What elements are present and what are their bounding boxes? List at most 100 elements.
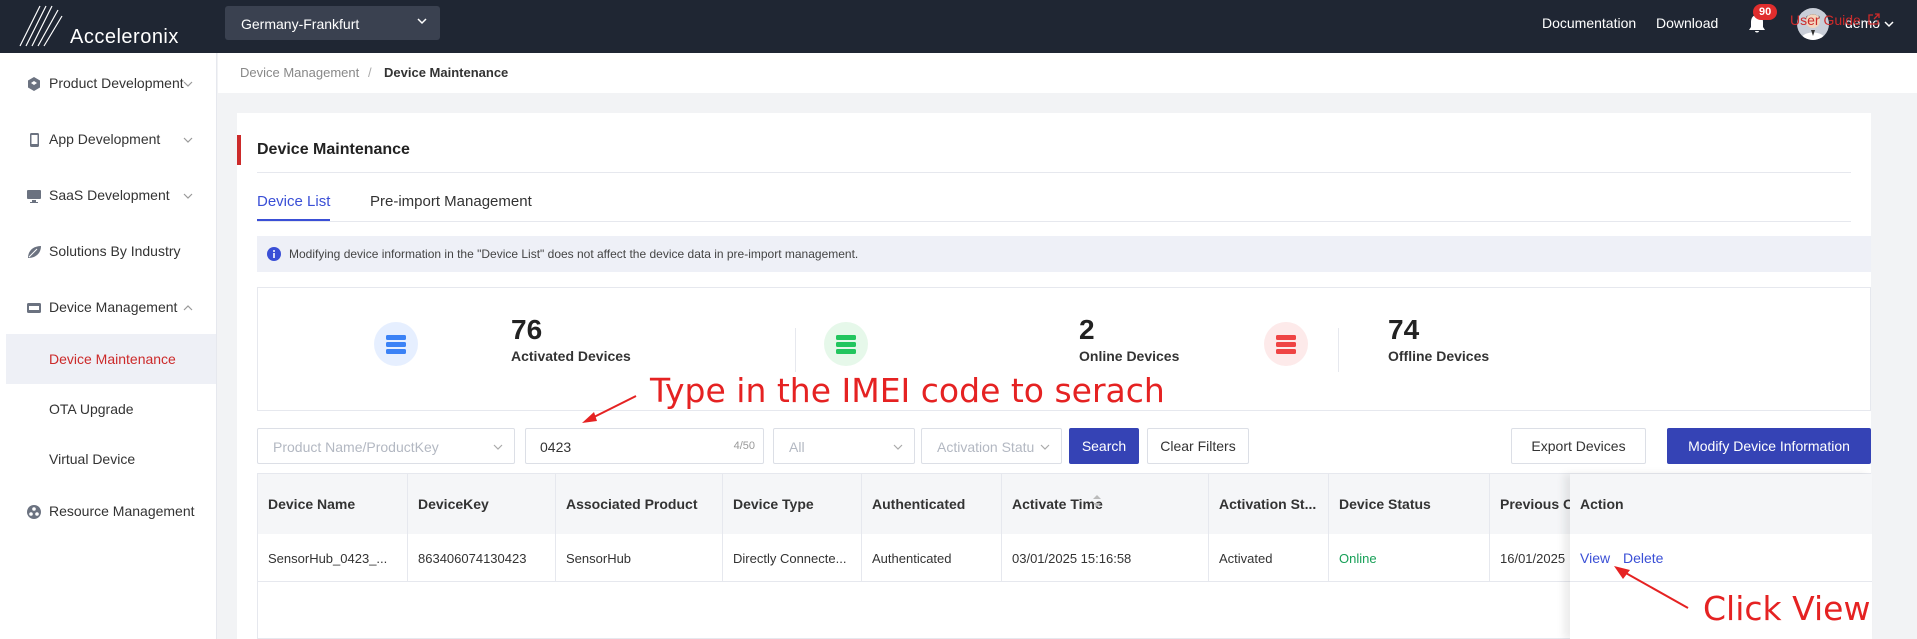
offline-devices-icon xyxy=(1264,322,1308,366)
tab-device-list[interactable]: Device List xyxy=(257,193,330,210)
sidebar-subitem-label: OTA Upgrade xyxy=(49,401,134,417)
table-header: Device Status xyxy=(1329,474,1490,534)
cell-product: SensorHub xyxy=(556,534,723,582)
title-divider xyxy=(257,172,1851,173)
search-input-value: 0423 xyxy=(540,439,572,455)
notification-badge: 90 xyxy=(1753,4,1778,20)
chevron-down-icon xyxy=(183,137,193,143)
table-header-activate-time[interactable]: Activate Time xyxy=(1002,474,1209,534)
sidebar-item-resource-management[interactable]: Resource Management xyxy=(0,486,216,536)
sidebar-item-label: SaaS Development xyxy=(49,187,170,203)
sort-icon[interactable] xyxy=(1092,494,1102,508)
top-bar: Acceleronix Germany-Frankfurt Documentat… xyxy=(0,0,1917,53)
breadcrumb-separator: / xyxy=(368,65,372,80)
chevron-down-icon xyxy=(183,193,193,199)
sidebar-item-label: Product Development xyxy=(49,75,184,91)
leaf-icon xyxy=(28,246,41,258)
sidebar-item-saas-development[interactable]: SaaS Development xyxy=(0,170,216,220)
table-header: Activation St... xyxy=(1209,474,1329,534)
table-header: Previous O xyxy=(1490,474,1572,534)
phone-icon xyxy=(30,133,39,147)
device-icon xyxy=(27,303,41,313)
sidebar-item-label: Device Management xyxy=(49,299,178,315)
sidebar-item-app-development[interactable]: App Development xyxy=(0,114,216,164)
online-devices-icon xyxy=(824,322,868,366)
region-value: Germany-Frankfurt xyxy=(241,16,360,32)
chevron-down-icon xyxy=(183,81,193,87)
acceleronix-logo[interactable]: Acceleronix xyxy=(18,4,188,48)
table-header: DeviceKey xyxy=(408,474,556,534)
search-button[interactable]: Search xyxy=(1069,428,1139,464)
region-selector[interactable]: Germany-Frankfurt xyxy=(225,6,440,40)
user-guide-link[interactable]: User Guide xyxy=(1790,12,1861,28)
chevron-down-icon xyxy=(893,444,903,450)
sidebar-item-solutions-by-industry[interactable]: Solutions By Industry xyxy=(0,226,216,276)
sidebar-item-virtual-device[interactable]: Virtual Device xyxy=(6,434,216,484)
breadcrumb-parent[interactable]: Device Management xyxy=(240,65,359,80)
cell-device-key: 863406074130423 xyxy=(408,534,556,582)
annotation-imei: Type in the IMEI code to serach xyxy=(650,371,1165,410)
external-link-icon[interactable] xyxy=(1867,13,1880,26)
offline-devices-count: 74 xyxy=(1388,314,1420,345)
sidebar-item-label: App Development xyxy=(49,131,161,147)
table-header: Authenticated xyxy=(862,474,1002,534)
resource-icon xyxy=(27,505,41,519)
cell-device-type: Directly Connecte... xyxy=(723,534,862,582)
active-tab-indicator xyxy=(257,219,330,221)
product-filter-select[interactable]: Product Name/ProductKey xyxy=(257,428,515,464)
table-header: Associated Product xyxy=(556,474,723,534)
sidebar-subitem-label: Virtual Device xyxy=(49,451,136,467)
annotation-arrow-icon xyxy=(1614,566,1689,609)
tab-pre-import-management[interactable]: Pre-import Management xyxy=(370,193,532,210)
sidebar-item-ota-upgrade[interactable]: OTA Upgrade xyxy=(6,384,216,434)
export-devices-button[interactable]: Export Devices xyxy=(1511,428,1646,464)
cell-device-status: Online xyxy=(1329,534,1490,582)
cell-device-name: SensorHub_0423_... xyxy=(258,534,408,582)
stats-divider xyxy=(1338,328,1339,372)
device-search-input[interactable]: 0423 4/50 xyxy=(525,428,764,464)
view-link[interactable]: View xyxy=(1580,550,1610,566)
annotation-arrow-icon xyxy=(582,395,637,423)
chevron-down-icon xyxy=(493,444,503,450)
status-filter-select[interactable]: All xyxy=(773,428,915,464)
documentation-link[interactable]: Documentation xyxy=(1542,15,1636,31)
chevron-down-icon[interactable] xyxy=(1884,19,1894,29)
app-name: Acceleronix xyxy=(70,26,179,48)
stats-divider xyxy=(795,328,796,372)
info-icon xyxy=(267,247,281,261)
logo-stripes-icon xyxy=(19,5,63,47)
online-devices-count: 2 xyxy=(1079,314,1095,345)
cell-activation-status: Activated xyxy=(1209,534,1329,582)
status-filter-value: All xyxy=(789,439,805,455)
clear-filters-button[interactable]: Clear Filters xyxy=(1147,428,1249,464)
cube-icon xyxy=(28,77,40,91)
page-title: Device Maintenance xyxy=(237,135,410,165)
breadcrumb: Device Management / Device Maintenance xyxy=(218,53,1917,93)
table-header: Device Type xyxy=(723,474,862,534)
chevron-down-icon xyxy=(417,18,427,25)
sidebar-subitem-label: Device Maintenance xyxy=(49,351,176,367)
sidebar-item-device-management[interactable]: Device Management xyxy=(0,282,216,332)
annotation-click-view: Click View xyxy=(1703,589,1871,628)
sidebar-item-product-development[interactable]: Product Development xyxy=(0,58,216,108)
monitor-icon xyxy=(27,190,41,203)
activation-status-select[interactable]: Activation Statu xyxy=(921,428,1062,464)
breadcrumb-current: Device Maintenance xyxy=(384,65,509,80)
search-char-count: 4/50 xyxy=(733,440,755,452)
table-header: Device Name xyxy=(258,474,408,534)
sidebar-item-device-maintenance[interactable]: Device Maintenance xyxy=(6,334,216,384)
tabs-baseline xyxy=(257,221,1851,222)
activation-status-placeholder: Activation Statu xyxy=(937,439,1035,455)
chevron-up-icon xyxy=(183,305,193,311)
sidebar-item-label: Resource Management xyxy=(49,503,195,519)
online-devices-label: Online Devices xyxy=(1079,348,1180,364)
sidebar-item-label: Solutions By Industry xyxy=(49,243,181,259)
cell-previous-online: 16/01/2025 xyxy=(1490,534,1572,582)
download-link[interactable]: Download xyxy=(1656,15,1718,31)
modify-device-information-button[interactable]: Modify Device Information xyxy=(1667,428,1871,464)
activated-devices-icon xyxy=(374,322,418,366)
activated-devices-count: 76 xyxy=(511,314,543,345)
offline-devices-label: Offline Devices xyxy=(1388,348,1490,364)
sidebar: Product Development App Development SaaS… xyxy=(0,53,217,639)
cell-authenticated: Authenticated xyxy=(862,534,1002,582)
